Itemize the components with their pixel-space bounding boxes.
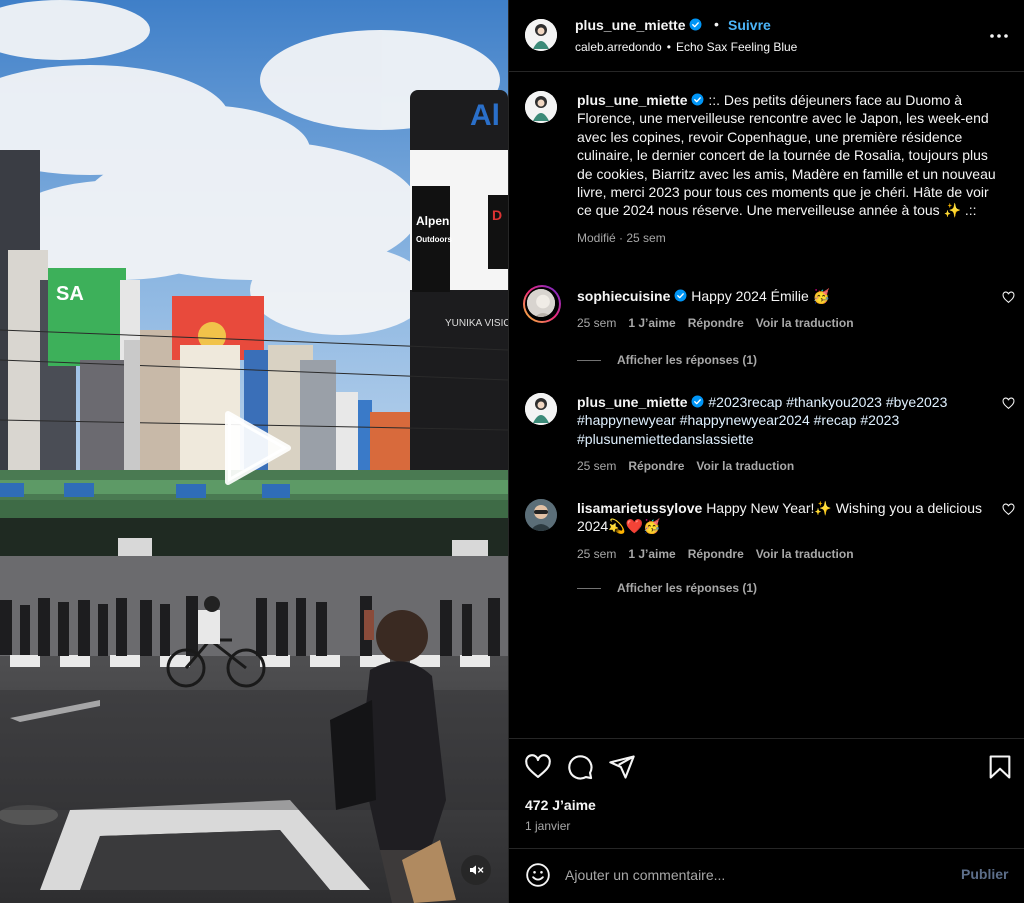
author-username[interactable]: plus_une_miette: [575, 17, 702, 33]
avatar-illustration: [525, 19, 557, 51]
comment-time: 25 sem: [577, 546, 617, 561]
verified-badge-icon: [690, 18, 702, 31]
post-details-panel: plus_une_miette • Suivre caleb.arredondo…: [508, 0, 1024, 903]
reply-button[interactable]: Répondre: [688, 547, 744, 561]
more-options-icon[interactable]: [987, 24, 1011, 48]
comment-username[interactable]: sophiecuisine: [577, 288, 670, 304]
like-comment-heart-icon[interactable]: [1002, 397, 1015, 410]
sign-d-text: D: [492, 207, 502, 223]
comment-text: Happy 2024 Émilie 🥳: [691, 288, 831, 304]
sign-al-text: Al: [470, 99, 500, 132]
comment-body: lisamarietussylove Happy New Year!✨ Wish…: [577, 499, 997, 562]
sign-yunika-text: YUNIKA VISION: [445, 318, 508, 329]
avatar-illustration: [525, 393, 557, 425]
comment-meta: 25 sem 1 J’aime Répondre Voir la traduction: [577, 315, 997, 331]
avatar-photo: [527, 289, 555, 317]
verified-badge-icon: [674, 289, 687, 302]
avatar-illustration: [525, 91, 557, 123]
sign-outdoors-text: Outdoors: [416, 235, 453, 244]
comment-username[interactable]: lisamarietussylove: [577, 500, 702, 516]
likes-count[interactable]: 472 J’aime: [525, 797, 596, 813]
audio-separator: •: [666, 40, 671, 54]
author-username-text: plus_une_miette: [575, 17, 686, 33]
verified-badge-icon: [692, 93, 704, 106]
translate-button[interactable]: Voir la traduction: [756, 316, 854, 330]
comment-body: sophiecuisine Happy 2024 Émilie 🥳 25 sem…: [577, 287, 997, 331]
share-paper-plane-icon[interactable]: [608, 753, 636, 781]
mute-button[interactable]: [461, 855, 491, 885]
caption-author-avatar[interactable]: [525, 91, 557, 123]
view-replies-text: Afficher les réponses (1): [617, 581, 758, 595]
translate-button[interactable]: Voir la traduction: [696, 459, 794, 473]
verified-badge-icon: [692, 395, 704, 408]
post-actions: 472 J’aime 1 janvier: [509, 738, 1024, 848]
caption-text: ::. Des petits déjeuners face au Duomo à…: [577, 92, 996, 219]
play-icon[interactable]: [222, 410, 292, 486]
view-replies-button[interactable]: Afficher les réponses (1): [577, 581, 757, 595]
comment-time: 25 sem: [577, 459, 617, 474]
comment-avatar[interactable]: [525, 393, 557, 425]
replies-divider-line: [577, 360, 601, 362]
post-video[interactable]: SA Al Alpen Outdoors D YUNIKA VISION: [0, 0, 508, 903]
audio-attribution: caleb.arredondo • Echo Sax Feeling Blue: [575, 40, 797, 54]
post-date: 1 janvier: [525, 819, 571, 833]
sign-green-text: SA: [56, 283, 84, 305]
comment-bubble-icon[interactable]: [566, 753, 594, 781]
audio-track-link[interactable]: Echo Sax Feeling Blue: [676, 40, 797, 54]
sign-alpen-text: Alpen: [416, 214, 449, 228]
comment-body: plus_une_miette #2023recap #thankyou2023…: [577, 393, 997, 474]
caption-username[interactable]: plus_une_miette: [577, 92, 687, 108]
like-comment-heart-icon[interactable]: [1002, 291, 1015, 304]
post-header: plus_une_miette • Suivre caleb.arredondo…: [509, 0, 1024, 72]
caption-edited-time: Modifié · 25 sem: [577, 230, 666, 245]
audio-user-link[interactable]: caleb.arredondo: [575, 40, 662, 54]
save-bookmark-icon[interactable]: [986, 753, 1014, 781]
comment-likes-link[interactable]: 1 J’aime: [628, 316, 675, 330]
publish-button[interactable]: Publier: [961, 866, 1008, 882]
comment-avatar[interactable]: [525, 499, 557, 531]
view-replies-text: Afficher les réponses (1): [617, 353, 758, 367]
reply-button[interactable]: Répondre: [688, 316, 744, 330]
comment-avatar[interactable]: [523, 285, 561, 323]
comment-meta: 25 sem Répondre Voir la traduction: [577, 458, 997, 474]
like-comment-heart-icon[interactable]: [1002, 503, 1015, 516]
comment-composer: Publier: [509, 848, 1024, 903]
translate-button[interactable]: Voir la traduction: [756, 547, 854, 561]
like-heart-icon[interactable]: [524, 753, 552, 781]
emoji-smiley-icon[interactable]: [525, 862, 551, 888]
comment-input[interactable]: [565, 859, 945, 891]
comment-username[interactable]: plus_une_miette: [577, 394, 687, 410]
replies-divider-line: [577, 588, 601, 590]
view-replies-button[interactable]: Afficher les réponses (1): [577, 353, 757, 367]
comment-time: 25 sem: [577, 316, 617, 331]
comment-meta: 25 sem 1 J’aime Répondre Voir la traduction: [577, 546, 997, 562]
author-avatar[interactable]: [525, 19, 557, 51]
caption-body: plus_une_miette ::. Des petits déjeuners…: [577, 91, 997, 246]
reply-button[interactable]: Répondre: [628, 459, 684, 473]
avatar-photo: [525, 499, 557, 531]
muted-speaker-icon: [470, 865, 484, 875]
comments-list[interactable]: plus_une_miette ::. Des petits déjeuners…: [509, 73, 1024, 738]
header-dot-separator: •: [714, 16, 719, 32]
follow-button[interactable]: Suivre: [728, 17, 771, 33]
caption-meta: Modifié · 25 sem: [577, 230, 997, 246]
comment-likes-link[interactable]: 1 J’aime: [628, 547, 675, 561]
